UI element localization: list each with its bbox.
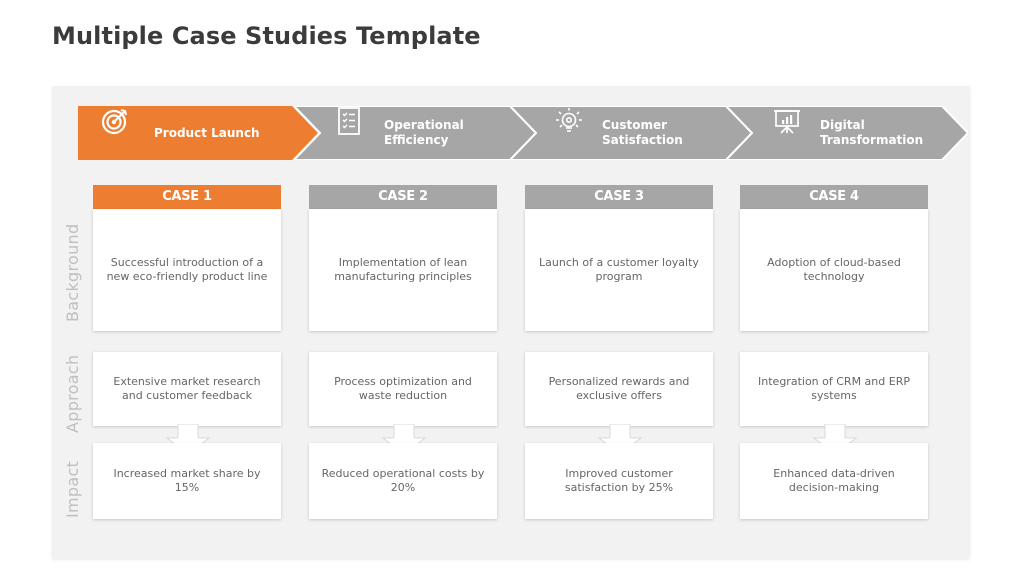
- stage-digital-transformation: Digital Transformation: [726, 106, 968, 160]
- stage-customer-satisfaction: Customer Satisfaction: [510, 106, 752, 160]
- impact-card: Increased market share by 15%: [93, 443, 281, 519]
- row-label-impact: Impact: [63, 460, 82, 518]
- case-header: CASE 2: [309, 185, 497, 209]
- stage-product-launch: Product Launch: [78, 106, 318, 160]
- impact-card: Reduced operational costs by 20%: [309, 443, 497, 519]
- approach-card: Personalized rewards and exclusive offer…: [525, 352, 713, 426]
- checklist-icon: [336, 107, 366, 148]
- case-header: CASE 3: [525, 185, 713, 209]
- row-label-approach: Approach: [63, 354, 82, 433]
- case-column-1: CASE 1 Successful introduction of a new …: [93, 185, 281, 519]
- case-header: CASE 1: [93, 185, 281, 209]
- stage-operational-efficiency: Operational Efficiency: [294, 106, 536, 160]
- background-card: Implementation of lean manufacturing pri…: [309, 209, 497, 331]
- impact-card: Improved customer satisfaction by 25%: [525, 443, 713, 519]
- approach-card: Integration of CRM and ERP systems: [740, 352, 928, 426]
- presentation-chart-icon: [772, 110, 802, 148]
- stage-label: Customer Satisfaction: [602, 118, 683, 147]
- case-column-2: CASE 2 Implementation of lean manufactur…: [309, 185, 497, 519]
- background-card: Successful introduction of a new eco-fri…: [93, 209, 281, 331]
- stage-label: Operational Efficiency: [384, 118, 464, 147]
- approach-card: Process optimization and waste reduction: [309, 352, 497, 426]
- background-card: Adoption of cloud-based technology: [740, 209, 928, 331]
- impact-card: Enhanced data-driven decision-making: [740, 443, 928, 519]
- process-chevrons: Product Launch Operational Efficiency Cu…: [78, 106, 968, 162]
- target-icon: [100, 109, 130, 148]
- background-card: Launch of a customer loyalty program: [525, 209, 713, 331]
- stage-label: Product Launch: [154, 125, 260, 140]
- case-column-3: CASE 3 Launch of a customer loyalty prog…: [525, 185, 713, 519]
- stage-label: Digital Transformation: [820, 118, 924, 147]
- case-column-4: CASE 4 Adoption of cloud-based technolog…: [740, 185, 928, 519]
- row-label-background: Background: [63, 223, 82, 322]
- approach-card: Extensive market research and customer f…: [93, 352, 281, 426]
- page-title: Multiple Case Studies Template: [52, 22, 481, 50]
- lightbulb-icon: [554, 108, 584, 148]
- case-header: CASE 4: [740, 185, 928, 209]
